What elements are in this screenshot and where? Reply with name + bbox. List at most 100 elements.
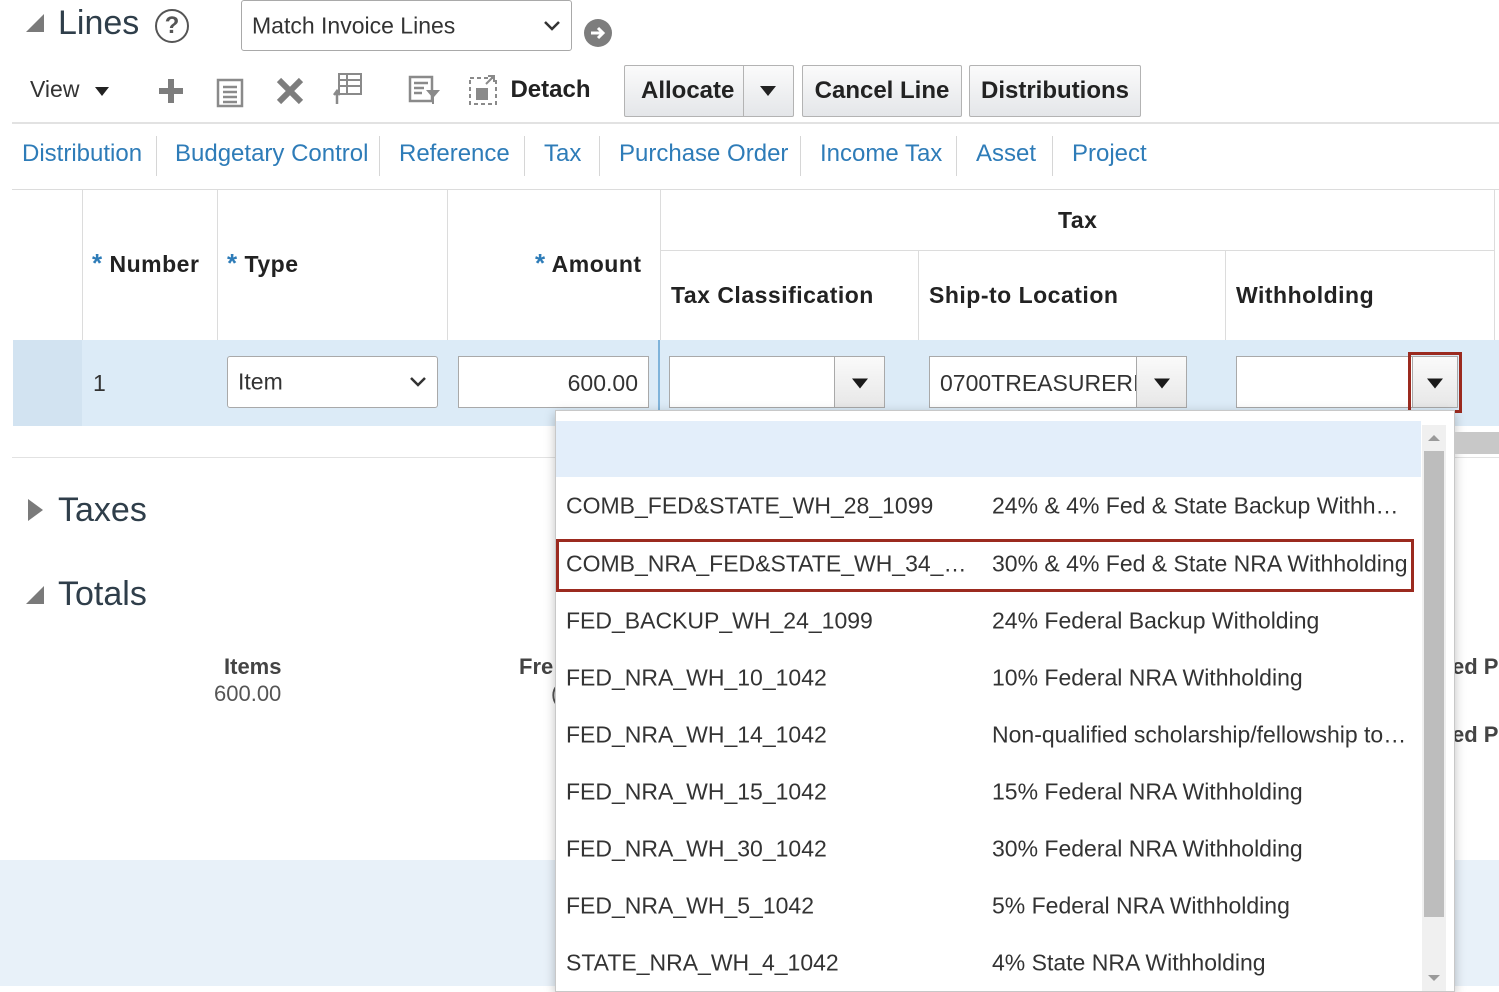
go-arrow-icon[interactable]	[584, 19, 612, 47]
grid-scrollbar-edge	[1454, 432, 1499, 454]
ship-to-location-input-value: 0700TREASURERI	[940, 370, 1137, 396]
column-header-tax-classification[interactable]: Tax Classification	[671, 282, 874, 309]
cancel-line-button[interactable]: Cancel Line	[802, 65, 962, 117]
column-header-number-label: Number	[109, 251, 200, 277]
allocate-button[interactable]: Allocate	[624, 65, 794, 117]
option-code: FED_NRA_WH_15_1042	[566, 778, 827, 805]
scroll-up-icon[interactable]	[1422, 429, 1446, 445]
option-description: 4% State NRA Withholding	[992, 949, 1266, 976]
detach-icon	[469, 75, 497, 105]
column-divider	[217, 190, 218, 340]
option-code: FED_NRA_WH_30_1042	[566, 835, 827, 862]
tab-separator	[800, 136, 801, 176]
caret-down-icon	[94, 87, 109, 96]
tax-classification-dropdown-button[interactable]	[834, 356, 885, 408]
withholding-dropdown-highlight	[1408, 352, 1462, 413]
caret-down-icon	[851, 378, 868, 389]
chevron-down-icon	[544, 20, 560, 31]
option-description: Non-qualified scholarship/fellowship to…	[992, 721, 1407, 748]
detach-label: Detach	[510, 76, 591, 103]
allocate-label: Allocate	[641, 77, 735, 104]
dropdown-blank-option[interactable]	[556, 421, 1421, 477]
collapse-totals-icon[interactable]	[26, 586, 44, 604]
dropdown-option[interactable]: FED_NRA_WH_14_1042 Non-qualified scholar…	[556, 707, 1416, 763]
tab-separator	[379, 136, 380, 176]
option-code: FED_NRA_WH_10_1042	[566, 664, 827, 691]
add-icon[interactable]	[156, 76, 186, 106]
dropdown-option[interactable]: FED_NRA_WH_10_1042 10% Federal NRA Withh…	[556, 650, 1416, 706]
option-description: 24% & 4% Fed & State Backup Withh…	[992, 492, 1399, 519]
help-icon[interactable]: ?	[155, 9, 189, 43]
dropdown-option[interactable]: FED_NRA_WH_30_1042 30% Federal NRA Withh…	[556, 821, 1416, 877]
dropdown-option[interactable]: FED_BACKUP_WH_24_1099 24% Federal Backup…	[556, 593, 1416, 649]
option-code: COMB_FED&STATE_WH_28_1099	[566, 492, 934, 519]
column-header-type[interactable]: * Type	[227, 248, 299, 279]
view-select[interactable]: Match Invoice Lines	[241, 0, 572, 51]
tab-asset[interactable]: Asset	[976, 140, 1036, 168]
view-menu-label: View	[30, 76, 80, 102]
expand-taxes-icon[interactable]	[28, 499, 43, 521]
column-header-type-label: Type	[244, 251, 299, 277]
scroll-down-icon[interactable]	[1422, 971, 1446, 987]
toolbar-divider	[12, 122, 1499, 124]
tab-distribution[interactable]: Distribution	[22, 140, 142, 168]
dropdown-option[interactable]: STATE_NRA_WH_4_1042 4% State NRA Withhol…	[556, 935, 1416, 991]
dropdown-option[interactable]: FED_NRA_WH_5_1042 5% Federal NRA Withhol…	[556, 878, 1416, 934]
option-code: FED_NRA_WH_14_1042	[566, 721, 827, 748]
ship-to-location-input[interactable]: 0700TREASURERI	[929, 356, 1137, 408]
column-divider	[447, 190, 448, 340]
option-description: 24% Federal Backup Witholding	[992, 607, 1320, 634]
option-code: STATE_NRA_WH_4_1042	[566, 949, 839, 976]
column-divider	[918, 250, 919, 340]
collapse-lines-icon[interactable]	[26, 14, 44, 32]
delete-icon[interactable]	[275, 76, 305, 106]
tab-income-tax[interactable]: Income Tax	[820, 140, 942, 168]
dropdown-scrollbar[interactable]	[1422, 425, 1446, 991]
allocate-menu-divider	[743, 66, 744, 116]
column-header-amount[interactable]: * Amount	[535, 248, 642, 279]
items-total-value: 600.00	[214, 681, 282, 706]
distributions-button[interactable]: Distributions	[969, 65, 1141, 117]
dropdown-option[interactable]: FED_NRA_WH_15_1042 15% Federal NRA Withh…	[556, 764, 1416, 820]
view-menu[interactable]: View	[30, 76, 110, 103]
distributions-label: Distributions	[981, 77, 1129, 104]
selected-option-highlight	[556, 539, 1414, 592]
tab-budgetary-control[interactable]: Budgetary Control	[175, 140, 368, 168]
tab-separator	[156, 136, 157, 176]
option-description: 30% Federal NRA Withholding	[992, 835, 1303, 862]
tab-project[interactable]: Project	[1072, 140, 1147, 168]
column-header-ship-to-location[interactable]: Ship-to Location	[929, 282, 1118, 309]
column-header-number[interactable]: * Number	[92, 248, 199, 279]
required-marker: *	[535, 248, 546, 278]
tab-tax[interactable]: Tax	[544, 140, 581, 168]
view-select-value: Match Invoice Lines	[252, 12, 456, 38]
dropdown-option[interactable]: COMB_FED&STATE_WH_28_1099 24% & 4% Fed &…	[556, 478, 1416, 534]
caret-down-icon[interactable]	[759, 85, 777, 97]
scrollbar-thumb[interactable]	[1424, 451, 1444, 917]
option-description: 15% Federal NRA Withholding	[992, 778, 1303, 805]
cancel-line-label: Cancel Line	[814, 77, 950, 104]
option-description: 10% Federal NRA Withholding	[992, 664, 1303, 691]
amount-input[interactable]: 600.00	[458, 356, 649, 408]
tab-purchase-order[interactable]: Purchase Order	[619, 140, 788, 168]
ship-to-location-dropdown-button[interactable]	[1136, 356, 1187, 408]
type-select-value: Item	[238, 368, 283, 395]
column-divider	[1494, 190, 1495, 340]
freight-total-label: Fre	[519, 654, 554, 679]
withholding-input[interactable]	[1236, 356, 1413, 408]
withholding-dropdown-list[interactable]: COMB_FED&STATE_WH_28_1099 24% & 4% Fed &…	[555, 410, 1455, 992]
option-code: FED_BACKUP_WH_24_1099	[566, 607, 873, 634]
split-icon[interactable]	[333, 72, 365, 106]
taxes-title[interactable]: Taxes	[58, 491, 147, 530]
detach-button[interactable]: Detach	[468, 74, 590, 108]
edit-icon[interactable]	[216, 76, 244, 108]
tax-classification-input[interactable]	[669, 356, 835, 408]
tab-reference[interactable]: Reference	[399, 140, 510, 168]
option-code: FED_NRA_WH_5_1042	[566, 892, 815, 919]
column-header-withholding[interactable]: Withholding	[1236, 282, 1374, 309]
tax-group-header: Tax	[1058, 207, 1098, 233]
row-header-cell	[13, 340, 82, 426]
type-select[interactable]: Item	[227, 356, 438, 408]
query-icon[interactable]	[408, 74, 442, 106]
tab-separator	[956, 136, 957, 176]
